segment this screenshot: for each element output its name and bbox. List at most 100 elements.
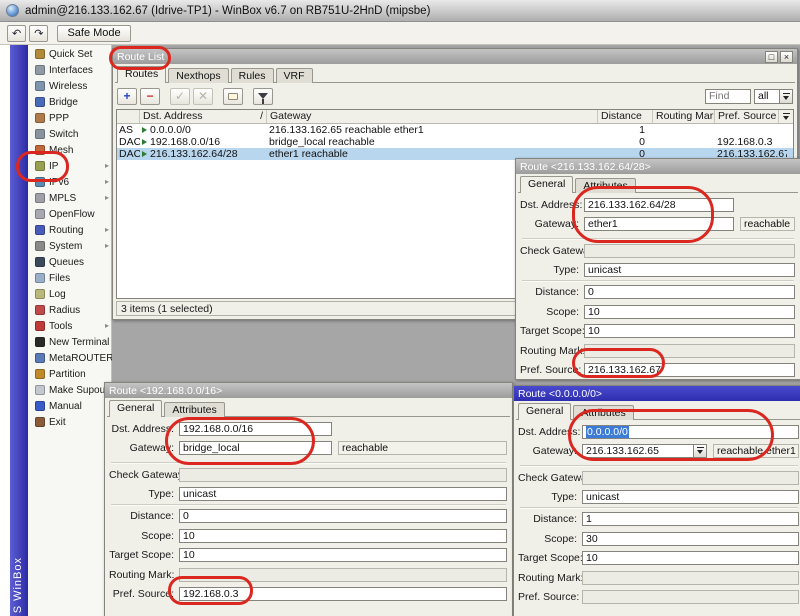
sidebar-item-system[interactable]: System [28, 238, 111, 254]
disable-button[interactable]: ✕ [193, 87, 213, 105]
target-scope-field[interactable]: 10 [582, 550, 799, 565]
sidebar-item-switch[interactable]: Switch [28, 126, 111, 142]
scope-field[interactable]: 10 [179, 528, 507, 543]
table-row[interactable]: AS 0.0.0.0/0 216.133.162.65 reachable et… [117, 124, 793, 136]
column-routing-mark[interactable]: Routing Mark [653, 110, 715, 123]
scope-field[interactable]: 10 [584, 304, 795, 319]
column-pref-source[interactable]: Pref. Source [715, 110, 787, 123]
pref-source-field[interactable] [582, 589, 799, 604]
sidebar-item-quick-set[interactable]: Quick Set [28, 46, 111, 62]
sidebar-item-wireless[interactable]: Wireless [28, 78, 111, 94]
tab-attributes[interactable]: Attributes [573, 405, 634, 420]
redo-button[interactable]: ↷ [29, 24, 49, 42]
tab-rules[interactable]: Rules [230, 68, 274, 83]
filter-button[interactable] [253, 87, 273, 105]
scope-label: Scope: [141, 529, 174, 542]
sidebar-item-radius[interactable]: Radius [28, 302, 111, 318]
scope-field[interactable]: 30 [582, 531, 799, 546]
enable-button[interactable]: ✓ [170, 87, 190, 105]
sidebar-item-label: OpenFlow [49, 208, 95, 220]
check-gateway-field[interactable] [179, 467, 507, 482]
distance-field[interactable]: 0 [179, 508, 507, 523]
sidebar-item-new-terminal[interactable]: New Terminal [28, 334, 111, 350]
routing-mark-field[interactable] [582, 570, 799, 585]
dst-address-field[interactable]: 0.0.0.0/0 [582, 424, 799, 439]
tab-attributes[interactable]: Attributes [575, 178, 636, 193]
sidebar-item-ipv6[interactable]: IPv6 [28, 174, 111, 190]
routing-mark-field[interactable] [584, 343, 795, 358]
sidebar-item-partition[interactable]: Partition [28, 366, 111, 382]
sidebar-item-queues[interactable]: Queues [28, 254, 111, 270]
sidebar-item-bridge[interactable]: Bridge [28, 94, 111, 110]
separator [520, 507, 798, 509]
type-field[interactable]: unicast [584, 262, 795, 277]
sidebar-item-log[interactable]: Log [28, 286, 111, 302]
add-route-button[interactable]: + [117, 87, 137, 105]
sidebar-item-routing[interactable]: Routing [28, 222, 111, 238]
find-input[interactable] [705, 88, 751, 104]
table-row[interactable]: DAC 192.168.0.0/16 bridge_local reachabl… [117, 136, 793, 148]
sidebar-item-openflow[interactable]: OpenFlow [28, 206, 111, 222]
sidebar-item-exit[interactable]: Exit [28, 414, 111, 430]
route-list-titlebar[interactable]: Route List □ × [113, 49, 797, 64]
sidebar-item-mpls[interactable]: MPLS [28, 190, 111, 206]
remove-route-button[interactable]: − [140, 87, 160, 105]
sidebar-item-tools[interactable]: Tools [28, 318, 111, 334]
route-dst: 216.133.162.64/28 [140, 148, 267, 160]
sidebar-item-ppp[interactable]: PPP [28, 110, 111, 126]
tab-nexthops[interactable]: Nexthops [168, 68, 229, 83]
type-field[interactable]: unicast [179, 486, 507, 501]
distance-field[interactable]: 0 [584, 284, 795, 299]
tab-general[interactable]: General [518, 403, 572, 420]
sidebar-item-files[interactable]: Files [28, 270, 111, 286]
dialog-titlebar[interactable]: Route <216.133.162.64/28> [516, 159, 800, 174]
type-field[interactable]: unicast [582, 489, 799, 504]
sidebar-item-ip[interactable]: IP [28, 158, 111, 174]
gateway-field[interactable]: bridge_local [179, 440, 332, 455]
safe-mode-button[interactable]: Safe Mode [57, 24, 131, 42]
route-list-title: Route List [117, 50, 165, 63]
route-routing-mark [653, 124, 715, 136]
tab-general[interactable]: General [520, 176, 574, 193]
maximize-button[interactable]: □ [765, 50, 778, 63]
filter-scope-dropdown[interactable]: all [754, 88, 793, 104]
dialog-titlebar-active[interactable]: Route <0.0.0.0/0> [514, 386, 800, 401]
pref-source-field[interactable]: 192.168.0.3 [179, 586, 507, 601]
check-gateway-field[interactable] [582, 470, 799, 485]
sidebar-menu: Quick Set Interfaces Wireless Bridge PPP… [28, 45, 119, 616]
column-gateway[interactable]: Gateway [267, 110, 598, 123]
column-flags[interactable] [117, 110, 140, 123]
dialog-titlebar[interactable]: Route <192.168.0.0/16> [105, 383, 512, 398]
column-distance[interactable]: Distance [598, 110, 653, 123]
sidebar-item-make-supout[interactable]: Make Supout.rif [28, 382, 119, 398]
target-scope-field[interactable]: 10 [584, 323, 795, 338]
tab-general[interactable]: General [109, 400, 163, 417]
gateway-dropdown-button[interactable] [694, 443, 707, 458]
sidebar-item-manual[interactable]: Manual [28, 398, 111, 414]
pref-source-field[interactable]: 216.133.162.67 [584, 362, 795, 377]
sidebar-item-metarouter[interactable]: MetaROUTER [28, 350, 113, 366]
routing-mark-field[interactable] [179, 567, 507, 582]
tab-routes[interactable]: Routes [117, 66, 167, 83]
mesh-icon [35, 145, 45, 155]
dst-address-field[interactable]: 192.168.0.0/16 [179, 421, 332, 436]
gateway-field[interactable]: 216.133.162.65 [582, 443, 694, 458]
undo-button[interactable]: ↶ [7, 24, 27, 42]
comment-button[interactable] [223, 87, 243, 105]
tab-vrf[interactable]: VRF [275, 68, 313, 83]
route-routing-mark [653, 136, 715, 148]
manual-help-icon [35, 401, 45, 411]
column-select-button[interactable] [778, 110, 793, 123]
dropdown-button[interactable] [779, 89, 792, 103]
sidebar-item-mesh[interactable]: Mesh [28, 142, 111, 158]
target-scope-field[interactable]: 10 [179, 547, 507, 562]
comment-icon [228, 92, 238, 100]
dst-address-field[interactable]: 216.133.162.64/28 [584, 197, 734, 212]
tab-attributes[interactable]: Attributes [164, 402, 225, 417]
check-gateway-field[interactable] [584, 243, 795, 258]
close-button[interactable]: × [780, 50, 793, 63]
column-dst-address[interactable]: Dst. Address / [140, 110, 267, 123]
gateway-field[interactable]: ether1 [584, 216, 734, 231]
sidebar-item-interfaces[interactable]: Interfaces [28, 62, 111, 78]
distance-field[interactable]: 1 [582, 511, 799, 526]
